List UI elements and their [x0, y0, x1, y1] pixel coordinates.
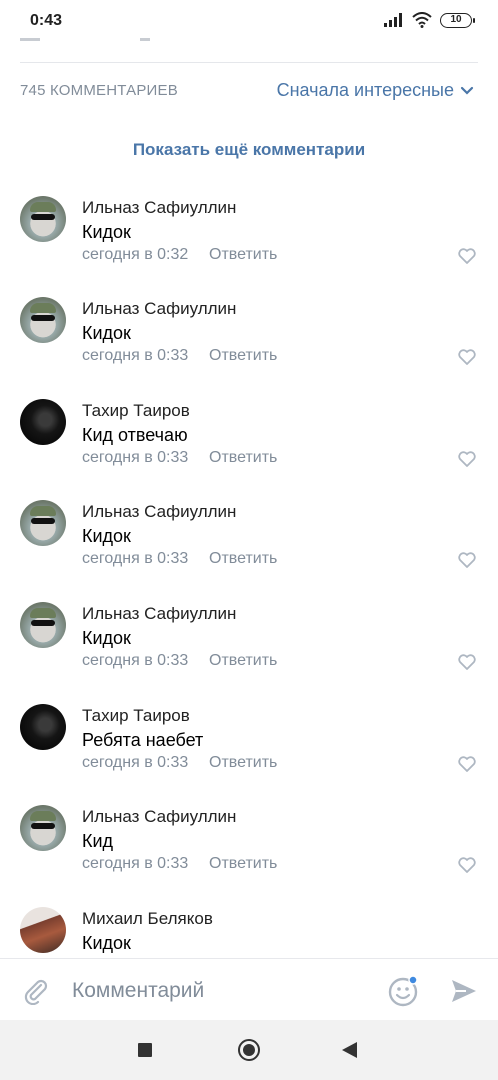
- comment-time: сегодня в 0:33: [82, 652, 189, 669]
- comment-text: Ребята наебет: [82, 730, 204, 750]
- battery-icon: 10: [440, 12, 475, 28]
- avatar[interactable]: [20, 297, 66, 343]
- heart-icon[interactable]: [458, 451, 476, 467]
- avatar[interactable]: [20, 500, 66, 546]
- avatar[interactable]: [20, 704, 66, 750]
- comment-time: сегодня в 0:33: [82, 347, 189, 364]
- show-more-comments-button[interactable]: Показать ещё комментарии: [0, 140, 498, 160]
- heart-icon[interactable]: [458, 654, 476, 670]
- wifi-icon: [412, 12, 432, 28]
- reply-button[interactable]: Ответить: [209, 347, 277, 365]
- comment-author[interactable]: Михаил Беляков: [82, 909, 213, 929]
- comment-author[interactable]: Тахир Таиров: [82, 401, 190, 421]
- heart-icon[interactable]: [458, 857, 476, 873]
- home-button[interactable]: [238, 1039, 260, 1061]
- comment-time: сегодня в 0:32: [82, 246, 189, 263]
- comment-author[interactable]: Ильназ Сафиуллин: [82, 807, 236, 827]
- reply-button[interactable]: Ответить: [209, 855, 277, 873]
- comment-text: Кидок: [82, 628, 131, 648]
- paperclip-icon[interactable]: [22, 977, 50, 1005]
- recents-button[interactable]: [138, 1043, 152, 1057]
- comment-time: сегодня в 0:33: [82, 550, 189, 567]
- sort-label: Сначала интересные: [276, 80, 454, 100]
- comment-time: сегодня в 0:33: [82, 754, 189, 771]
- signal-icon: [384, 13, 402, 27]
- comment-item: Ильназ Сафиуллин Кидок сегодня в 0:33 От…: [0, 297, 498, 397]
- comment-text: Кидок: [82, 933, 131, 953]
- comment-input[interactable]: [72, 973, 362, 1009]
- reply-button[interactable]: Ответить: [209, 449, 277, 467]
- avatar[interactable]: [20, 602, 66, 648]
- comment-time: сегодня в 0:33: [82, 449, 189, 466]
- emoji-icon[interactable]: [388, 975, 420, 1007]
- comment-author[interactable]: Ильназ Сафиуллин: [82, 198, 236, 218]
- reply-button[interactable]: Ответить: [209, 550, 277, 568]
- reply-button[interactable]: Ответить: [209, 754, 277, 772]
- heart-icon[interactable]: [458, 552, 476, 568]
- status-bar: 0:43 10: [0, 0, 498, 40]
- avatar[interactable]: [20, 399, 66, 445]
- comment-item: Ильназ Сафиуллин Кид сегодня в 0:33 Отве…: [0, 805, 498, 905]
- sort-dropdown[interactable]: Сначала интересные: [277, 80, 474, 101]
- comment-author[interactable]: Ильназ Сафиуллин: [82, 502, 236, 522]
- status-icons: 10: [384, 12, 475, 28]
- reply-button[interactable]: Ответить: [209, 246, 277, 264]
- comment-time: сегодня в 0:33: [82, 855, 189, 872]
- comment-text: Кидок: [82, 526, 131, 546]
- avatar[interactable]: [20, 805, 66, 851]
- send-icon[interactable]: [450, 977, 478, 1005]
- comment-text: Кид: [82, 831, 114, 851]
- comment-item: Михаил Беляков Кидок: [0, 907, 498, 958]
- status-time: 0:43: [30, 12, 63, 29]
- heart-icon[interactable]: [458, 349, 476, 365]
- comment-item: Тахир Таиров Ребята наебет сегодня в 0:3…: [0, 704, 498, 804]
- back-button[interactable]: [342, 1042, 357, 1058]
- comment-text: Кидок: [82, 323, 131, 343]
- comment-item: Тахир Таиров Кид отвечаю сегодня в 0:33 …: [0, 399, 498, 499]
- comment-item: Ильназ Сафиуллин Кидок сегодня в 0:33 От…: [0, 500, 498, 600]
- comment-input-bar: [0, 958, 498, 1020]
- heart-icon[interactable]: [458, 756, 476, 772]
- heart-icon[interactable]: [458, 248, 476, 264]
- avatar[interactable]: [20, 196, 66, 242]
- comment-author[interactable]: Ильназ Сафиуллин: [82, 604, 236, 624]
- comment-item: Ильназ Сафиуллин Кидок сегодня в 0:32 От…: [0, 196, 498, 296]
- comment-item: Ильназ Сафиуллин Кидок сегодня в 0:33 От…: [0, 602, 498, 702]
- comment-text: Кид отвечаю: [82, 425, 188, 445]
- reply-button[interactable]: Ответить: [209, 652, 277, 670]
- comment-author[interactable]: Ильназ Сафиуллин: [82, 299, 236, 319]
- chevron-down-icon: [460, 86, 474, 95]
- comment-count: 745 КОММЕНТАРИЕВ: [20, 82, 178, 99]
- comment-author[interactable]: Тахир Таиров: [82, 706, 190, 726]
- divider: [20, 62, 478, 63]
- system-nav-bar: [0, 1020, 498, 1080]
- comment-text: Кидок: [82, 222, 131, 242]
- clipped-content-edge: [20, 38, 150, 41]
- avatar[interactable]: [20, 907, 66, 953]
